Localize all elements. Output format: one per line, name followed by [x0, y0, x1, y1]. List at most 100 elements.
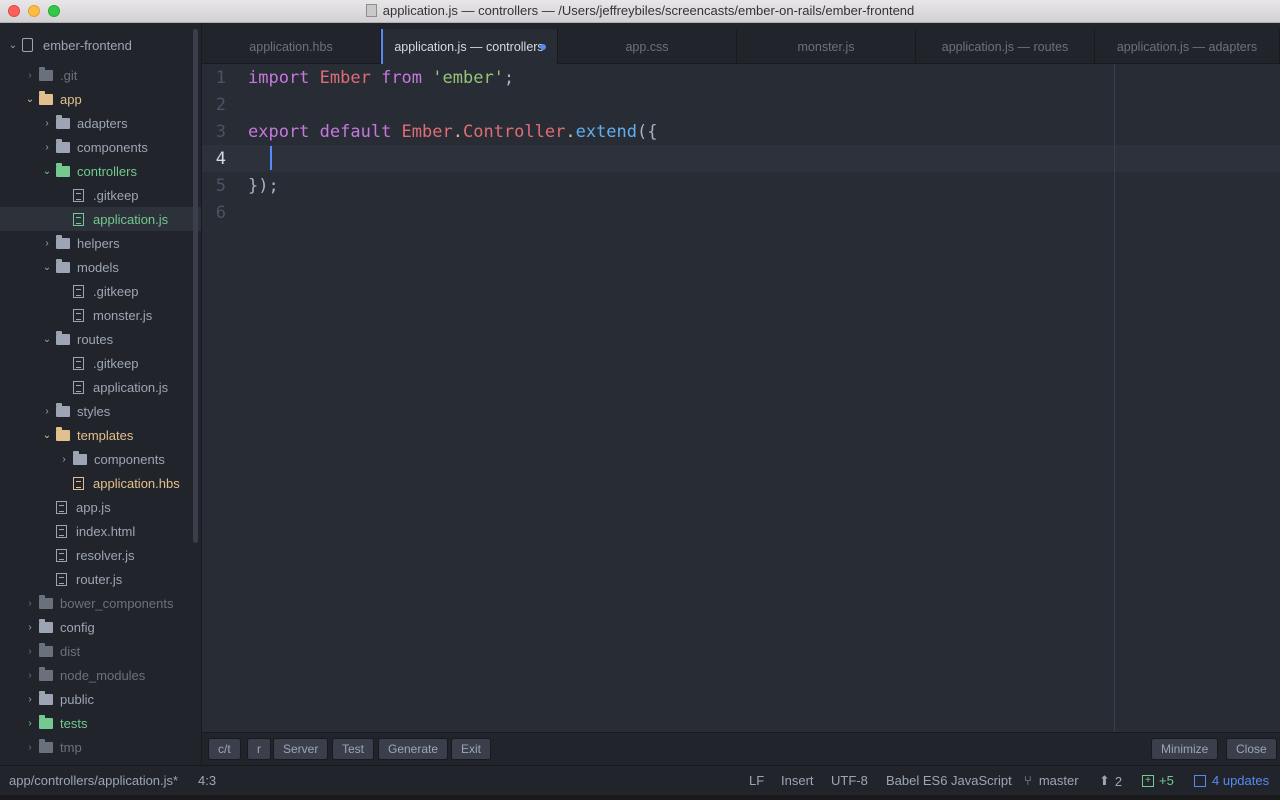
tree-item[interactable]: application.js — [0, 207, 201, 231]
editor-tab[interactable]: application.hbs — [202, 29, 381, 64]
tree-item-label: models — [77, 259, 119, 275]
line-number: 6 — [215, 203, 226, 223]
close-panel-button[interactable]: Close — [1226, 738, 1277, 760]
folder-icon — [39, 738, 53, 753]
file-icon — [73, 188, 84, 202]
tree-item[interactable]: .gitkeep — [0, 279, 201, 303]
minimize-panel-button[interactable]: Minimize — [1151, 738, 1219, 760]
tree-item[interactable]: app.js — [0, 495, 201, 519]
line-number: 4 — [215, 149, 226, 169]
tree-item[interactable]: ⌄ controllers — [0, 159, 201, 183]
cursor-position[interactable]: 4:3 — [198, 773, 216, 788]
tree-item[interactable]: .gitkeep — [0, 351, 201, 375]
tree-item[interactable]: monster.js — [0, 303, 201, 327]
chevron-right-icon: › — [28, 693, 32, 705]
folder-icon — [39, 690, 53, 705]
grammar-selector[interactable]: Babel ES6 JavaScript — [886, 773, 1012, 788]
tree-item-label: dist — [60, 643, 81, 659]
tree-item[interactable]: › .git — [0, 63, 201, 87]
chevron-right-icon: › — [28, 741, 32, 753]
cli-button[interactable]: r — [247, 738, 271, 760]
tree-item[interactable]: › node_modules — [0, 663, 201, 687]
tree-item-label: styles — [77, 403, 111, 419]
tree-item[interactable]: › adapters — [0, 111, 201, 135]
editor-tab[interactable]: application.js — routes — [916, 29, 1095, 64]
tree-item[interactable]: › tmp — [0, 735, 201, 759]
tree-item-label: index.html — [76, 523, 136, 539]
git-added[interactable]: + +5 — [1142, 773, 1174, 788]
tree-item[interactable]: › config — [0, 615, 201, 639]
editor-tab[interactable]: application.js — controllers — [381, 29, 558, 64]
code-editor[interactable]: 1 2 3 4 5 6 import Ember from 'ember'; export … — [202, 64, 1280, 732]
tree-item[interactable]: resolver.js — [0, 543, 201, 567]
tree-item[interactable]: ⌄ routes — [0, 327, 201, 351]
tab-label: application.hbs — [249, 39, 333, 54]
cli-button[interactable]: Test — [332, 738, 375, 760]
tree-item[interactable]: ⌄ templates — [0, 423, 201, 447]
git-branch[interactable]: ⑂ master — [1024, 773, 1079, 788]
tree-item[interactable]: application.hbs — [0, 471, 201, 495]
editor-tab[interactable]: application.js — adapters — [1095, 29, 1280, 64]
tree-item[interactable]: ⌄ models — [0, 255, 201, 279]
tree-item[interactable]: › helpers — [0, 231, 201, 255]
sidebar-scrollbar[interactable] — [193, 29, 198, 543]
project-root[interactable]: ⌄ ember-frontend — [0, 33, 198, 57]
window-title: application.js — controllers — /Users/je… — [382, 3, 915, 18]
tree-item-label: components — [77, 139, 148, 155]
tree-item[interactable]: › bower_components — [0, 591, 201, 615]
code-token: Ember — [319, 68, 382, 88]
vim-mode: Insert — [781, 773, 814, 788]
tree-item-label: components — [94, 451, 165, 467]
folder-icon — [73, 450, 87, 465]
tree-item-label: tests — [60, 715, 88, 731]
line-number: 2 — [215, 95, 226, 115]
folder-icon — [39, 594, 53, 609]
folder-icon — [39, 618, 53, 633]
file-encoding[interactable]: UTF-8 — [831, 773, 868, 788]
tree-item-label: .gitkeep — [93, 283, 139, 299]
tree-item[interactable]: › components — [0, 447, 201, 471]
editor-tab[interactable]: app.css — [558, 29, 737, 64]
tree-item[interactable]: › tests — [0, 711, 201, 735]
folder-icon — [56, 330, 70, 345]
branch-name: master — [1038, 773, 1079, 788]
chevron-down-icon: ⌄ — [25, 93, 35, 105]
tree-item[interactable]: .gitkeep — [0, 183, 201, 207]
tab-label: application.js — routes — [941, 39, 1069, 54]
folder-icon — [39, 642, 53, 657]
status-bar: app/controllers/application.js* 4:3 LF I… — [0, 765, 1280, 795]
cli-button[interactable]: c/t — [208, 738, 241, 760]
tree-item-label: app — [60, 91, 82, 107]
code-token: import — [248, 68, 320, 88]
tree-item[interactable]: index.html — [0, 519, 201, 543]
git-ahead[interactable]: ⬆ 2 — [1099, 773, 1122, 789]
project-name: ember-frontend — [43, 37, 132, 53]
updates-notice[interactable]: 4 updates — [1194, 773, 1269, 788]
tree-item[interactable]: application.js — [0, 375, 201, 399]
code-token: . — [565, 122, 576, 142]
tree-item-label: .gitkeep — [93, 187, 139, 203]
tree-item[interactable]: › dist — [0, 639, 201, 663]
cli-button[interactable]: Server — [273, 738, 329, 760]
tree-item[interactable]: › components — [0, 135, 201, 159]
folder-icon — [56, 114, 70, 129]
cli-button[interactable]: Generate — [378, 738, 449, 760]
tree-item[interactable]: ⌄ app — [0, 87, 201, 111]
tree-item-label: public — [60, 691, 94, 707]
editor-tab[interactable]: monster.js — [737, 29, 916, 64]
chevron-down-icon: ⌄ — [8, 39, 18, 51]
line-ending[interactable]: LF — [749, 773, 764, 788]
updates-label: 4 updates — [1212, 773, 1270, 788]
tree-item-label: router.js — [76, 571, 123, 587]
tree-item-label: node_modules — [60, 667, 146, 683]
line-number: 5 — [215, 176, 226, 196]
tree-item-label: resolver.js — [76, 547, 135, 563]
tree-item[interactable]: › styles — [0, 399, 201, 423]
tree-item[interactable]: router.js — [0, 567, 201, 591]
modified-indicator-icon — [539, 43, 546, 50]
code-token: extend — [575, 122, 638, 142]
tree-item[interactable]: › public — [0, 687, 201, 711]
folder-icon — [56, 426, 70, 441]
file-path[interactable]: app/controllers/application.js* — [9, 773, 178, 788]
cli-button[interactable]: Exit — [451, 738, 492, 760]
